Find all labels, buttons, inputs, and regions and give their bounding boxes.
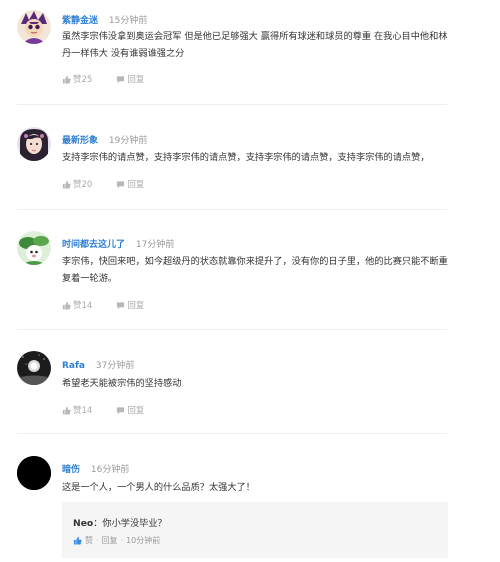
comment-meta: 紫静金迷 15分钟前 (62, 13, 147, 26)
comment-text: 虽然李宗伟没拿到奥运会冠军 但是他已足够强大 赢得所有球迷和球员的尊重 在我心目… (62, 31, 448, 59)
like-button[interactable]: 赞25 (62, 73, 92, 85)
reply-actions: 赞 · 回复 · 10分钟前 (73, 535, 160, 546)
comment-text: 这是一个人，一个男人的什么品质？太强大了！ (62, 482, 255, 493)
like-button[interactable]: 赞14 (62, 299, 92, 311)
comment-icon (117, 406, 125, 414)
reply-time: 10分钟前 (126, 536, 161, 545)
comment-icon (117, 180, 125, 188)
like-count: 赞20 (73, 180, 93, 190)
avatar[interactable] (17, 10, 51, 44)
like-count: 赞14 (73, 406, 93, 416)
like-button[interactable]: 赞14 (62, 404, 92, 416)
separator-dot: · (96, 536, 99, 545)
username-link[interactable]: 紫静金迷 (62, 16, 98, 26)
reply-like-button[interactable]: 赞 (85, 535, 93, 546)
reply-username[interactable]: Neo (73, 518, 93, 529)
avatar[interactable] (17, 456, 51, 490)
comment-actions: 赞14 回复 (62, 404, 144, 416)
reply-button[interactable]: 回复 (116, 178, 144, 190)
comment-text: 支持李宗伟的请点赞，支持李宗伟的请点赞，支持李宗伟的请点赞，支持李宗伟的请点赞， (62, 152, 430, 163)
username-link[interactable]: 暗伤 (62, 465, 80, 475)
username-link[interactable]: 最新形象 (62, 136, 98, 146)
reply-label: 回复 (127, 301, 145, 311)
comment-text: 李宗伟，快回来吧，如今超级丹的状态就靠你来提升了，没有你的日子里，他的比赛只能不… (62, 256, 448, 284)
comment-time: 17分钟前 (135, 240, 175, 250)
avatar[interactable] (17, 351, 51, 385)
reply-button[interactable]: 回复 (116, 404, 144, 416)
thumbs-up-icon (62, 406, 71, 415)
comment-meta: 最新形象 19分钟前 (62, 133, 147, 146)
comment-icon (117, 301, 125, 309)
comment-time: 19分钟前 (108, 136, 148, 146)
like-button[interactable]: 赞20 (62, 178, 92, 190)
reply-label: 回复 (127, 75, 145, 85)
username-link[interactable]: Rafa (62, 361, 85, 371)
comment-meta: 暗伤 16分钟前 (62, 462, 129, 475)
divider (17, 329, 447, 330)
comment-time: 37分钟前 (95, 361, 135, 371)
divider (17, 209, 447, 210)
reply-reply-button[interactable]: 回复 (102, 535, 118, 546)
like-count: 赞14 (73, 301, 93, 311)
divider (17, 433, 447, 434)
reply-label: 回复 (127, 406, 145, 416)
thumbs-up-icon[interactable] (73, 536, 82, 545)
comment-icon (117, 75, 125, 83)
thumbs-up-icon (62, 75, 71, 84)
comment-meta: 时间都去这儿了 17分钟前 (62, 237, 174, 250)
reply-button[interactable]: 回复 (116, 73, 144, 85)
comment-actions: 赞25 回复 (62, 73, 144, 85)
reply-text: 你小学没毕业？ (102, 518, 167, 529)
avatar[interactable] (17, 127, 51, 161)
like-count: 赞25 (73, 75, 93, 85)
thumbs-up-icon (62, 301, 71, 310)
comment-text: 希望老天能被宗伟的坚持感动 (62, 378, 182, 389)
comment-actions: 赞14 回复 (62, 299, 144, 311)
comment-meta: Rafa 37分钟前 (62, 358, 134, 371)
divider (17, 104, 447, 105)
reply-button[interactable]: 回复 (116, 299, 144, 311)
comment-time: 15分钟前 (108, 16, 148, 26)
username-link[interactable]: 时间都去这儿了 (62, 240, 125, 250)
separator-dot: · (120, 536, 124, 545)
thumbs-up-icon (62, 180, 71, 189)
reply-content: Neo：你小学没毕业？ (73, 515, 167, 529)
avatar[interactable] (17, 231, 51, 265)
comment-actions: 赞20 回复 (62, 178, 144, 190)
nested-reply: Neo：你小学没毕业？ 赞 · 回复 · 10分钟前 (62, 502, 448, 558)
comment-time: 16分钟前 (90, 465, 130, 475)
reply-label: 回复 (127, 180, 145, 190)
